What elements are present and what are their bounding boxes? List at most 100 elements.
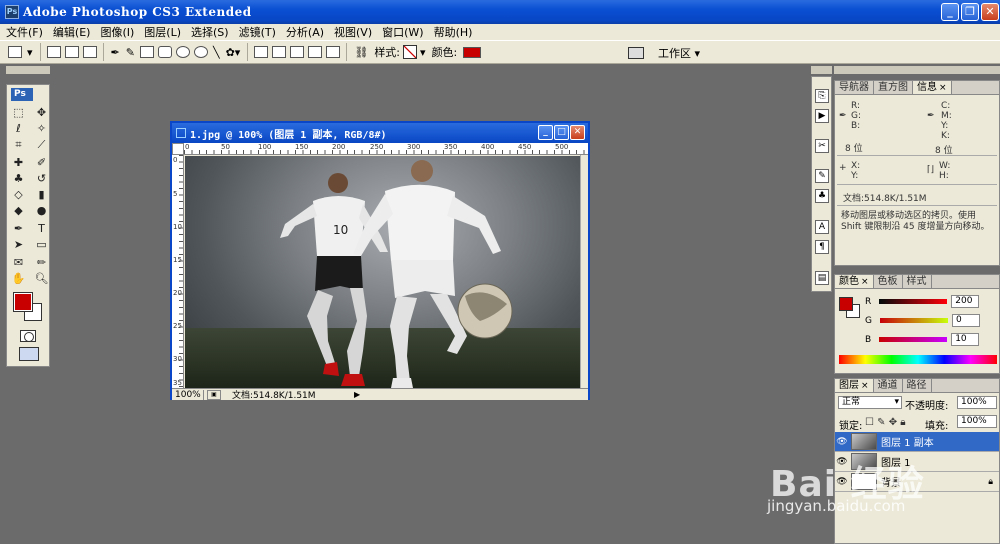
freeform-pen-icon[interactable]: ✎ bbox=[126, 46, 135, 59]
link-icon[interactable]: ⛓ bbox=[354, 46, 368, 59]
menu-layer[interactable]: 图层(L) bbox=[144, 24, 181, 40]
document-vertical-scrollbar[interactable] bbox=[580, 155, 588, 388]
document-minimize-button[interactable]: _ bbox=[538, 125, 553, 140]
tab-paths[interactable]: 路径 bbox=[903, 379, 932, 392]
menu-file[interactable]: 文件(F) bbox=[6, 24, 43, 40]
menu-image[interactable]: 图像(I) bbox=[100, 24, 134, 40]
marquee-tool-icon[interactable]: ⬚ bbox=[11, 106, 26, 120]
blue-value-input[interactable]: 10 bbox=[951, 333, 980, 346]
rounded-rectangle-icon[interactable] bbox=[157, 46, 172, 58]
vertical-ruler[interactable]: 0 5 10 15 20 25 30 35 bbox=[172, 155, 184, 388]
restore-button[interactable]: ❐ bbox=[961, 3, 979, 21]
tab-channels[interactable]: 通道 bbox=[874, 379, 903, 392]
eyedropper-icon[interactable]: ✏ bbox=[34, 256, 49, 270]
document-maximize-button[interactable]: □ bbox=[554, 125, 569, 140]
paragraph-panel-icon[interactable]: ¶ bbox=[815, 240, 829, 254]
brush-tool-icon[interactable]: ✐ bbox=[34, 156, 49, 170]
close-button[interactable]: ✕ bbox=[981, 3, 999, 21]
color-spectrum-bar[interactable] bbox=[839, 355, 997, 364]
history-panel-icon[interactable]: ⎘ bbox=[815, 89, 829, 103]
tab-styles[interactable]: 样式 bbox=[903, 275, 932, 288]
color-swatch[interactable] bbox=[463, 46, 482, 58]
horizontal-ruler[interactable]: 0 50 100 150 200 250 300 350 400 450 500 bbox=[184, 143, 588, 155]
dock-grip[interactable] bbox=[811, 66, 832, 74]
history-brush-icon[interactable]: ↺ bbox=[34, 172, 49, 186]
foreground-color-swatch[interactable] bbox=[13, 292, 33, 312]
fill-pixels-icon[interactable] bbox=[82, 46, 97, 58]
tool-presets-icon[interactable]: ✂ bbox=[815, 139, 829, 153]
magic-wand-icon[interactable]: ✧ bbox=[34, 122, 49, 136]
style-dropdown-icon[interactable]: ▾ bbox=[420, 46, 426, 59]
healing-brush-icon[interactable]: ✚ bbox=[11, 156, 26, 170]
document-title-bar[interactable]: 1.jpg @ 100% (图层 1 副本, RGB/8#) _ □ ✕ bbox=[172, 123, 588, 143]
tab-navigator[interactable]: 导航器 bbox=[835, 81, 874, 94]
shape-tool-icon[interactable]: ▭ bbox=[34, 238, 49, 252]
eyedropper-cmyk-icon[interactable]: ✒ bbox=[927, 111, 935, 121]
exclude-shape-icon[interactable] bbox=[326, 46, 341, 58]
polygon-tool-icon[interactable] bbox=[193, 46, 208, 58]
tool-preset-dropdown-icon[interactable]: ▾ bbox=[27, 46, 33, 59]
close-tab-icon[interactable]: × bbox=[861, 381, 869, 391]
gradient-tool-icon[interactable]: ▮ bbox=[34, 188, 49, 202]
red-slider[interactable] bbox=[879, 299, 948, 304]
menu-analysis[interactable]: 分析(A) bbox=[286, 24, 324, 40]
quick-mask-button[interactable] bbox=[20, 330, 36, 342]
intersect-shape-icon[interactable] bbox=[308, 46, 323, 58]
eyedropper-icon[interactable]: ✒ bbox=[839, 111, 847, 121]
lasso-tool-icon[interactable]: ℓ bbox=[11, 122, 26, 136]
menu-filter[interactable]: 滤镜(T) bbox=[239, 24, 276, 40]
brushes-panel-icon[interactable]: ✎ bbox=[815, 169, 829, 183]
add-to-shape-icon[interactable] bbox=[272, 46, 287, 58]
move-tool-icon[interactable]: ✥ bbox=[34, 106, 49, 120]
panel-dock-grip[interactable] bbox=[834, 66, 1000, 74]
character-panel-icon[interactable]: A bbox=[815, 220, 829, 234]
ruler-origin[interactable] bbox=[172, 143, 184, 155]
tool-preset-icon[interactable] bbox=[8, 46, 22, 58]
slice-tool-icon[interactable]: ⟋ bbox=[34, 138, 49, 152]
green-slider[interactable] bbox=[879, 318, 948, 323]
path-selection-icon[interactable]: ➤ bbox=[11, 238, 26, 252]
paths-icon[interactable] bbox=[64, 46, 79, 58]
color-panel-fg-swatch[interactable] bbox=[839, 297, 853, 311]
document-close-button[interactable]: ✕ bbox=[570, 125, 585, 140]
style-picker[interactable] bbox=[403, 45, 418, 59]
status-menu-arrow-icon[interactable]: ▶ bbox=[354, 390, 364, 399]
screen-mode-button[interactable] bbox=[19, 347, 39, 361]
line-tool-icon[interactable]: ╲ bbox=[213, 46, 220, 59]
type-tool-icon[interactable]: T bbox=[34, 222, 49, 236]
menu-edit[interactable]: 编辑(E) bbox=[53, 24, 91, 40]
new-shape-layer-icon[interactable] bbox=[254, 46, 269, 58]
blue-slider[interactable] bbox=[879, 337, 948, 342]
minimize-button[interactable]: _ bbox=[941, 3, 959, 21]
close-tab-icon[interactable]: × bbox=[939, 83, 947, 93]
shape-layers-icon[interactable] bbox=[46, 46, 61, 58]
zoom-tool-icon[interactable]: 🔍︎ bbox=[34, 272, 49, 286]
layer-comps-icon[interactable]: ▤ bbox=[815, 271, 829, 285]
fill-input[interactable]: 100% bbox=[957, 415, 997, 428]
status-icon[interactable]: ▣ bbox=[207, 389, 221, 400]
lock-icons[interactable]: ☐ ✎ ✥ 🔒︎ bbox=[865, 417, 906, 428]
clone-stamp-icon[interactable]: ♣ bbox=[11, 172, 26, 186]
layer-row[interactable]: 👁︎ 图层 1 副本 bbox=[835, 432, 999, 452]
ellipse-tool-icon[interactable] bbox=[175, 46, 190, 58]
crop-tool-icon[interactable]: ⌗ bbox=[11, 138, 26, 152]
dodge-tool-icon[interactable]: ● bbox=[34, 204, 49, 218]
custom-shape-icon[interactable]: ✿▾ bbox=[226, 46, 241, 59]
pen-tool-icon[interactable]: ✒ bbox=[11, 222, 26, 236]
menu-window[interactable]: 窗口(W) bbox=[382, 24, 423, 40]
green-value-input[interactable]: 0 bbox=[951, 314, 980, 327]
eraser-tool-icon[interactable]: ◇ bbox=[11, 188, 26, 202]
rectangle-tool-icon[interactable] bbox=[139, 46, 154, 58]
workspace-button[interactable]: 工作区 ▾ bbox=[628, 45, 700, 61]
tab-info[interactable]: 信息 × bbox=[913, 81, 952, 94]
tab-layers[interactable]: 图层 × bbox=[835, 379, 874, 392]
tab-histogram[interactable]: 直方图 bbox=[874, 81, 913, 94]
blur-tool-icon[interactable]: ◆ bbox=[11, 204, 26, 218]
actions-panel-icon[interactable]: ▶ bbox=[815, 109, 829, 123]
clone-source-icon[interactable]: ♣ bbox=[815, 189, 829, 203]
subtract-shape-icon[interactable] bbox=[290, 46, 305, 58]
close-tab-icon[interactable]: × bbox=[861, 277, 869, 287]
red-value-input[interactable]: 200 bbox=[951, 295, 980, 308]
menu-select[interactable]: 选择(S) bbox=[191, 24, 229, 40]
eye-icon[interactable]: 👁︎ bbox=[835, 437, 849, 447]
